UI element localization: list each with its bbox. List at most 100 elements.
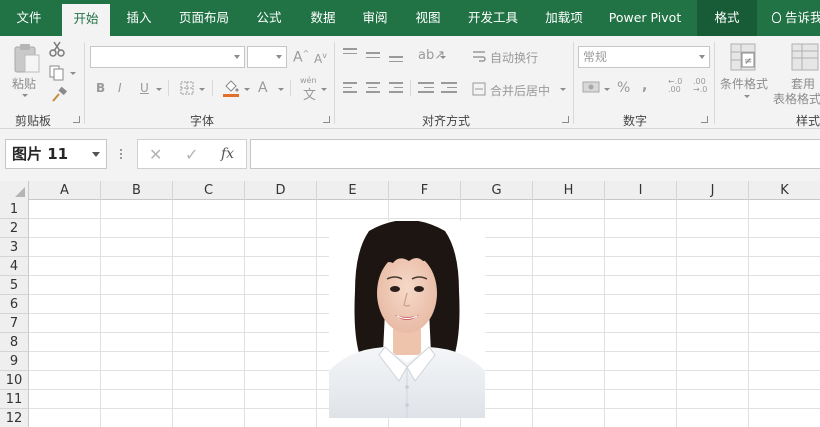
column-header-d[interactable]: D — [245, 181, 317, 200]
tell-me-search[interactable]: 告诉我 — [772, 0, 820, 36]
name-box[interactable]: 图片 11 — [5, 139, 107, 169]
column-header-g[interactable]: G — [461, 181, 533, 200]
row-header-7[interactable]: 7 — [0, 314, 29, 333]
decrease-decimal-icon[interactable]: .00 →.0 — [693, 78, 707, 94]
row-header-10[interactable]: 10 — [0, 371, 29, 390]
tab-page-layout[interactable]: 页面布局 — [168, 0, 240, 36]
align-left-icon[interactable] — [343, 82, 357, 96]
format-as-table-icon[interactable] — [790, 42, 820, 74]
clipboard-launcher-icon[interactable] — [73, 116, 80, 123]
underline-dropdown-icon[interactable] — [156, 88, 162, 91]
chevron-down-icon[interactable] — [276, 55, 282, 59]
column-header-b[interactable]: B — [101, 181, 173, 200]
fill-color-dropdown-icon[interactable] — [244, 88, 250, 91]
row-header-3[interactable]: 3 — [0, 238, 29, 257]
currency-icon[interactable] — [582, 80, 602, 94]
paint-bucket-icon[interactable] — [222, 78, 240, 98]
column-header-j[interactable]: J — [677, 181, 749, 200]
column-header-e[interactable]: E — [317, 181, 389, 200]
tab-home[interactable]: 开始 — [62, 4, 110, 36]
alignment-launcher-icon[interactable] — [562, 116, 569, 123]
cancel-icon[interactable]: ✕ — [149, 145, 162, 164]
row-header-6[interactable]: 6 — [0, 295, 29, 314]
bold-button[interactable]: B — [96, 81, 105, 95]
row-header-5[interactable]: 5 — [0, 276, 29, 295]
comma-button[interactable]: , — [642, 78, 647, 94]
column-header-c[interactable]: C — [173, 181, 245, 200]
tab-insert[interactable]: 插入 — [114, 0, 164, 36]
font-name-combo[interactable] — [90, 46, 245, 68]
format-table-label-2[interactable]: 表格格式 — [773, 90, 820, 107]
conditional-format-icon[interactable]: ≠ — [729, 42, 759, 74]
font-size-combo[interactable] — [247, 46, 287, 68]
select-all-button[interactable] — [0, 181, 29, 200]
paste-label[interactable]: 粘贴 — [12, 75, 36, 92]
tab-add-ins[interactable]: 加载项 — [533, 0, 595, 36]
align-top-icon[interactable] — [343, 48, 357, 57]
phonetic-char-icon[interactable]: 文 — [303, 84, 316, 103]
chevron-down-icon[interactable] — [92, 152, 100, 157]
orientation-dropdown-icon[interactable] — [440, 56, 446, 59]
font-color-dropdown-icon[interactable] — [278, 88, 284, 91]
row-header-4[interactable]: 4 — [0, 257, 29, 276]
row-header-1[interactable]: 1 — [0, 200, 29, 219]
tab-power-pivot[interactable]: Power Pivot — [599, 0, 691, 36]
resize-handle-icon[interactable] — [120, 149, 122, 161]
chevron-down-icon[interactable] — [234, 55, 240, 59]
paste-dropdown-icon[interactable] — [22, 94, 28, 97]
column-header-i[interactable]: I — [605, 181, 677, 200]
merge-center-button[interactable]: 合并后居中 — [490, 82, 550, 99]
tab-view[interactable]: 视图 — [403, 0, 453, 36]
row-header-9[interactable]: 9 — [0, 352, 29, 371]
chevron-down-icon[interactable] — [699, 55, 705, 59]
tab-formulas[interactable]: 公式 — [244, 0, 294, 36]
number-launcher-icon[interactable] — [701, 116, 708, 123]
column-header-f[interactable]: F — [389, 181, 461, 200]
border-dropdown-icon[interactable] — [199, 88, 205, 91]
number-format-combo[interactable]: 常规 — [578, 46, 710, 68]
align-right-icon[interactable] — [389, 82, 403, 96]
conditional-format-button[interactable]: 条件格式 — [720, 75, 768, 92]
tab-format[interactable]: 格式 — [697, 0, 757, 36]
tab-file[interactable]: 文件 — [0, 0, 58, 36]
scissors-icon[interactable] — [48, 40, 66, 58]
merge-dropdown-icon[interactable] — [560, 88, 566, 91]
decrease-font-icon[interactable]: Av — [314, 51, 327, 66]
copy-icon[interactable] — [48, 64, 66, 82]
worksheet-grid[interactable]: ABCDEFGHIJK 1 2 3 4 5 6 7 8 9 10 11 12 — [0, 181, 820, 427]
border-icon[interactable] — [180, 81, 194, 95]
align-center-icon[interactable] — [366, 82, 380, 96]
wrap-text-icon[interactable] — [472, 49, 486, 63]
phonetic-dropdown-icon[interactable] — [321, 88, 327, 91]
underline-button[interactable]: U — [140, 81, 149, 95]
tab-data[interactable]: 数据 — [298, 0, 348, 36]
conditional-format-dropdown-icon[interactable] — [744, 95, 750, 98]
paintbrush-icon[interactable] — [50, 86, 68, 104]
enter-icon[interactable]: ✓ — [185, 145, 198, 164]
inserted-picture[interactable] — [329, 221, 485, 418]
align-middle-icon[interactable] — [366, 52, 380, 61]
currency-dropdown-icon[interactable] — [604, 88, 610, 91]
copy-dropdown-icon[interactable] — [70, 72, 76, 75]
tab-review[interactable]: 审阅 — [350, 0, 400, 36]
font-color-button[interactable]: A — [258, 80, 268, 96]
formula-input[interactable] — [250, 139, 820, 169]
wrap-text-button[interactable]: 自动换行 — [490, 49, 538, 66]
row-header-12[interactable]: 12 — [0, 409, 29, 427]
italic-button[interactable]: I — [118, 81, 122, 95]
column-header-a[interactable]: A — [29, 181, 101, 200]
increase-font-icon[interactable]: A^ — [293, 49, 309, 66]
tab-developer[interactable]: 开发工具 — [457, 0, 529, 36]
increase-indent-icon[interactable] — [441, 82, 457, 96]
increase-decimal-icon[interactable]: ←.0.00 — [668, 78, 682, 94]
column-header-h[interactable]: H — [533, 181, 605, 200]
percent-button[interactable]: % — [617, 80, 630, 96]
insert-function-icon[interactable]: fx — [221, 146, 234, 162]
row-header-8[interactable]: 8 — [0, 333, 29, 352]
font-launcher-icon[interactable] — [323, 116, 330, 123]
clipboard-paste-icon[interactable] — [12, 42, 42, 74]
align-bottom-icon[interactable] — [389, 56, 403, 65]
merge-center-icon[interactable] — [472, 82, 486, 96]
column-header-k[interactable]: K — [749, 181, 820, 200]
row-header-2[interactable]: 2 — [0, 219, 29, 238]
